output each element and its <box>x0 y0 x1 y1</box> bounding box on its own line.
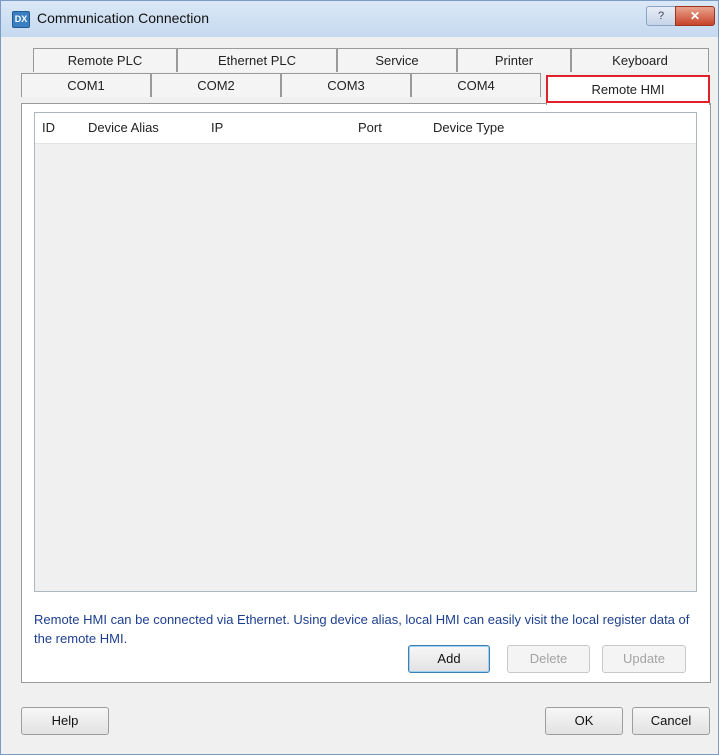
communication-connection-dialog: DX Communication Connection ? ✕ Remote P… <box>0 0 719 755</box>
tab-remote-hmi[interactable]: Remote HMI <box>546 75 710 105</box>
column-device-alias[interactable]: Device Alias <box>88 120 159 135</box>
add-button[interactable]: Add <box>408 645 490 673</box>
tab-com2[interactable]: COM2 <box>151 73 281 97</box>
tab-remote-plc[interactable]: Remote PLC <box>33 48 177 72</box>
tab-printer[interactable]: Printer <box>457 48 571 72</box>
close-button[interactable]: ✕ <box>675 6 715 26</box>
tab-com1[interactable]: COM1 <box>21 73 151 97</box>
ok-button[interactable]: OK <box>545 707 623 735</box>
tab-service[interactable]: Service <box>337 48 457 72</box>
cancel-button[interactable]: Cancel <box>632 707 710 735</box>
list-header: ID Device Alias IP Port Device Type <box>35 113 696 144</box>
title-bar[interactable]: DX Communication Connection ? ✕ <box>1 1 718 37</box>
column-id[interactable]: ID <box>42 120 55 135</box>
tab-ethernet-plc[interactable]: Ethernet PLC <box>177 48 337 72</box>
help-title-button[interactable]: ? <box>646 6 676 26</box>
column-ip[interactable]: IP <box>211 120 223 135</box>
window-title: Communication Connection <box>37 10 209 26</box>
remote-hmi-list[interactable]: ID Device Alias IP Port Device Type <box>34 112 697 592</box>
column-port[interactable]: Port <box>358 120 382 135</box>
tab-com4[interactable]: COM4 <box>411 73 541 97</box>
help-button[interactable]: Help <box>21 707 109 735</box>
tab-keyboard[interactable]: Keyboard <box>571 48 709 72</box>
remote-hmi-description: Remote HMI can be connected via Ethernet… <box>34 612 690 646</box>
delete-button: Delete <box>507 645 590 673</box>
column-device-type[interactable]: Device Type <box>433 120 504 135</box>
update-button: Update <box>602 645 686 673</box>
app-icon: DX <box>12 11 30 28</box>
tab-com3[interactable]: COM3 <box>281 73 411 97</box>
